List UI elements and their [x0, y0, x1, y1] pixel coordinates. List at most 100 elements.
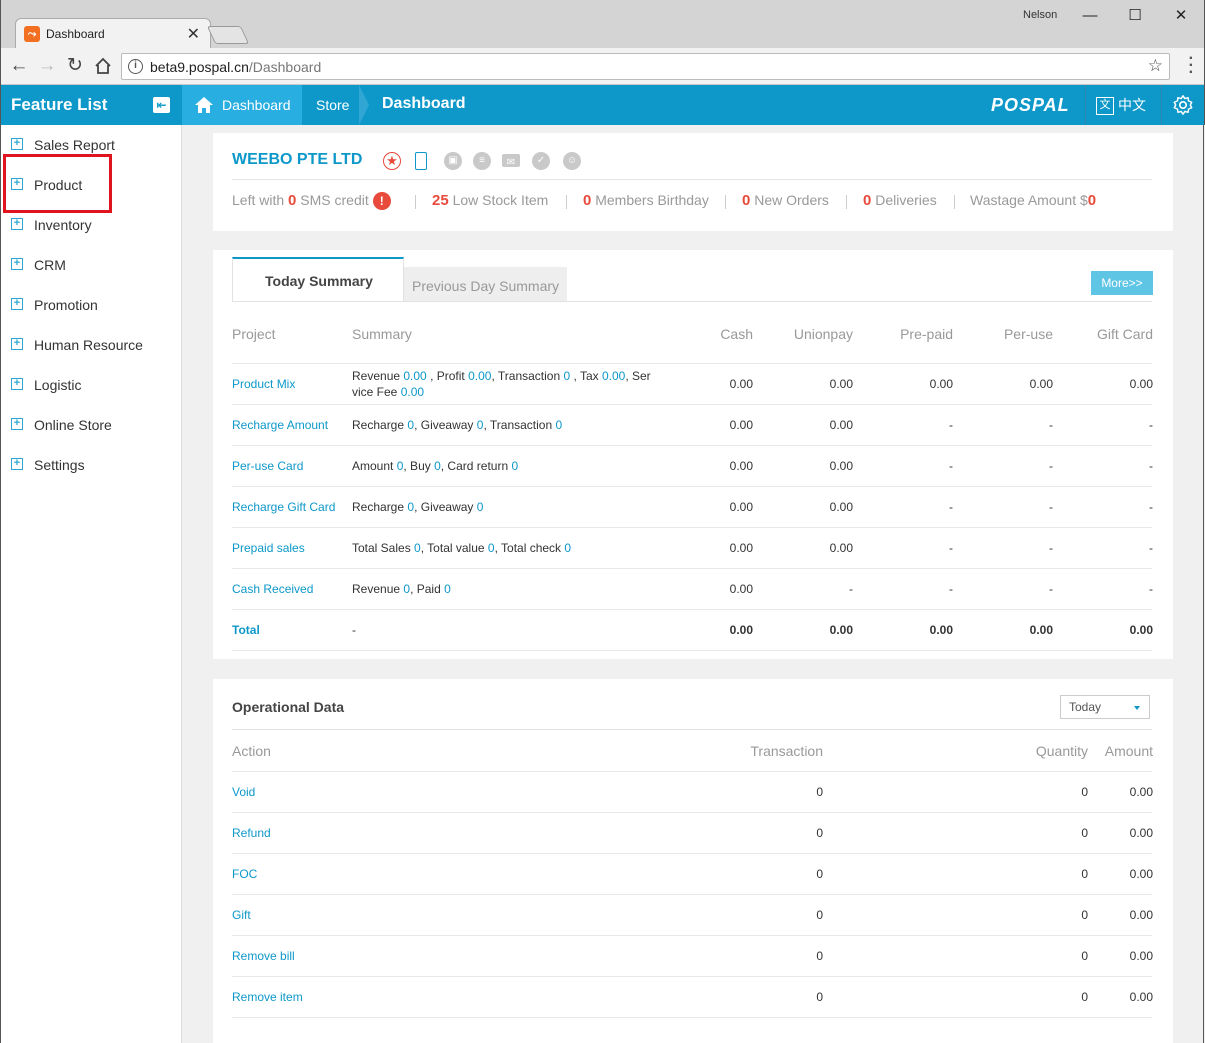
breadcrumb-home-label: Dashboard: [222, 97, 291, 113]
divider: [232, 301, 1152, 302]
pospal-logo: POSPAL: [991, 95, 1070, 115]
company-card: WEEBO PTE LTD ★ ▣ ≡ ✉ ✓ ☺ Left with 0 SM…: [213, 133, 1173, 231]
period-select-value: Today: [1069, 700, 1102, 714]
tab-close-icon[interactable]: ✕: [187, 24, 200, 44]
check-icon[interactable]: ✓: [532, 152, 550, 170]
expand-plus-icon: +: [11, 218, 23, 230]
sidebar-item-label: Settings: [34, 457, 85, 473]
chat-icon[interactable]: ≡: [473, 152, 491, 170]
sidebar-item-promotion[interactable]: + Promotion: [1, 285, 182, 325]
info-icon[interactable]: i: [128, 59, 143, 74]
divider: [232, 486, 1152, 487]
window-close-icon[interactable]: ✕: [1166, 4, 1196, 28]
pre-paid-cell: -: [949, 418, 953, 432]
divider: [232, 853, 1152, 854]
sidebar: + Sales Report + Product + Inventory + CRM +…: [0, 125, 182, 1043]
ops-row-action[interactable]: Gift: [232, 908, 251, 922]
bookmark-star-icon[interactable]: ☆: [1148, 56, 1163, 76]
translate-icon: 文: [1096, 97, 1114, 116]
pre-paid-cell: -: [949, 459, 953, 473]
period-select[interactable]: Today: [1060, 695, 1150, 719]
tab-today-summary[interactable]: Today Summary: [232, 257, 404, 302]
summary-row-summary: Amount 0, Buy 0, Card return 0: [352, 459, 519, 473]
summary-row-summary: Revenue 0, Paid 0: [352, 582, 451, 596]
unionpay-cell: 0.00: [829, 377, 853, 391]
total-unionpay: 0.00: [829, 623, 853, 637]
summary-row-project[interactable]: Prepaid sales: [232, 541, 305, 555]
cash-cell: 0.00: [729, 582, 753, 596]
breadcrumb-store[interactable]: Store: [316, 97, 349, 113]
feature-list-title: Feature List: [11, 95, 108, 114]
sidebar-item-human-resource[interactable]: + Human Resource: [1, 325, 182, 365]
ops-row-amount: 0.00: [1129, 908, 1153, 922]
expand-plus-icon: +: [11, 418, 23, 430]
page-title: Dashboard: [382, 95, 466, 112]
column-header-gift-card: Gift Card: [1096, 326, 1153, 342]
user-icon[interactable]: ☺: [563, 152, 581, 170]
unionpay-cell: 0.00: [829, 418, 853, 432]
gift-card-cell: 0.00: [1129, 377, 1153, 391]
low-stock-stat[interactable]: 25 Low Stock Item: [432, 192, 548, 209]
divider: [232, 935, 1152, 936]
ops-row-action[interactable]: FOC: [232, 867, 257, 881]
ops-row-amount: 0.00: [1129, 949, 1153, 963]
mobile-icon[interactable]: [415, 152, 427, 170]
summary-row-project[interactable]: Product Mix: [232, 377, 295, 391]
collapse-sidebar-icon[interactable]: ⇤: [153, 97, 170, 113]
ops-row-action[interactable]: Remove bill: [232, 949, 295, 963]
per-use-cell: -: [1049, 582, 1053, 596]
sidebar-item-crm[interactable]: + CRM: [1, 245, 182, 285]
browser-menu-icon[interactable]: · · ·: [1189, 51, 1194, 81]
ops-row-action[interactable]: Refund: [232, 826, 271, 840]
reload-icon[interactable]: ↻: [63, 54, 87, 78]
sidebar-item-label: Inventory: [34, 217, 92, 233]
browser-chrome: ⤳ Dashboard ✕ Nelson — ☐ ✕ ← → ↻ i beta9…: [0, 0, 1205, 85]
divider: [954, 195, 955, 209]
summary-row-summary: Recharge 0, Giveaway 0: [352, 500, 484, 514]
divider: [232, 568, 1152, 569]
forward-arrow-icon[interactable]: →: [35, 54, 59, 78]
ops-row-amount: 0.00: [1129, 867, 1153, 881]
maximize-icon[interactable]: ☐: [1120, 4, 1150, 28]
address-bar[interactable]: i beta9.pospal.cn/Dashboard ☆: [121, 53, 1170, 80]
divider: [725, 195, 726, 209]
per-use-cell: -: [1049, 459, 1053, 473]
summary-row-project[interactable]: Recharge Gift Card: [232, 500, 335, 514]
app-header: Feature List ⇤ Dashboard Store Dashboard…: [0, 85, 1205, 125]
summary-row-project[interactable]: Per-use Card: [232, 459, 303, 473]
sidebar-item-label: CRM: [34, 257, 66, 273]
new-tab-button[interactable]: [206, 26, 250, 44]
sidebar-item-logistic[interactable]: + Logistic: [1, 365, 182, 405]
home-icon[interactable]: [91, 54, 115, 78]
ops-row-action[interactable]: Void: [232, 785, 255, 799]
ops-row-quantity: 0: [1081, 826, 1088, 840]
lock-icon[interactable]: ▣: [444, 152, 462, 170]
new-orders-stat[interactable]: 0 New Orders: [742, 192, 829, 209]
tab-previous-day-summary[interactable]: Previous Day Summary: [404, 267, 567, 302]
members-birthday-stat[interactable]: 0 Members Birthday: [583, 192, 709, 209]
more-button[interactable]: More>>: [1091, 271, 1153, 295]
divider: [415, 195, 416, 209]
summary-row-project[interactable]: Cash Received: [232, 582, 313, 596]
window-user-name: Nelson: [1023, 9, 1058, 21]
deliveries-stat[interactable]: 0 Deliveries: [863, 192, 937, 209]
gear-icon[interactable]: [1172, 94, 1194, 116]
language-switch[interactable]: 文中文: [1096, 95, 1146, 116]
mail-icon[interactable]: ✉: [502, 154, 520, 168]
alert-icon[interactable]: !: [372, 192, 391, 211]
star-icon[interactable]: ★: [383, 152, 401, 170]
unionpay-cell: 0.00: [829, 459, 853, 473]
minimize-icon[interactable]: —: [1075, 4, 1105, 28]
sidebar-item-settings[interactable]: + Settings: [1, 445, 182, 485]
back-arrow-icon[interactable]: ←: [7, 54, 31, 78]
column-header-project: Project: [232, 326, 276, 342]
expand-plus-icon: +: [11, 258, 23, 270]
summary-row-project[interactable]: Recharge Amount: [232, 418, 328, 432]
pospal-favicon-icon: ⤳: [24, 26, 40, 42]
browser-tab[interactable]: ⤳ Dashboard ✕: [15, 18, 211, 48]
ops-row-action[interactable]: Remove item: [232, 990, 303, 1004]
company-name: WEEBO PTE LTD: [232, 151, 363, 168]
breadcrumb-home[interactable]: Dashboard: [182, 85, 302, 125]
gift-card-cell: -: [1149, 500, 1153, 514]
sidebar-item-online-store[interactable]: + Online Store: [1, 405, 182, 445]
